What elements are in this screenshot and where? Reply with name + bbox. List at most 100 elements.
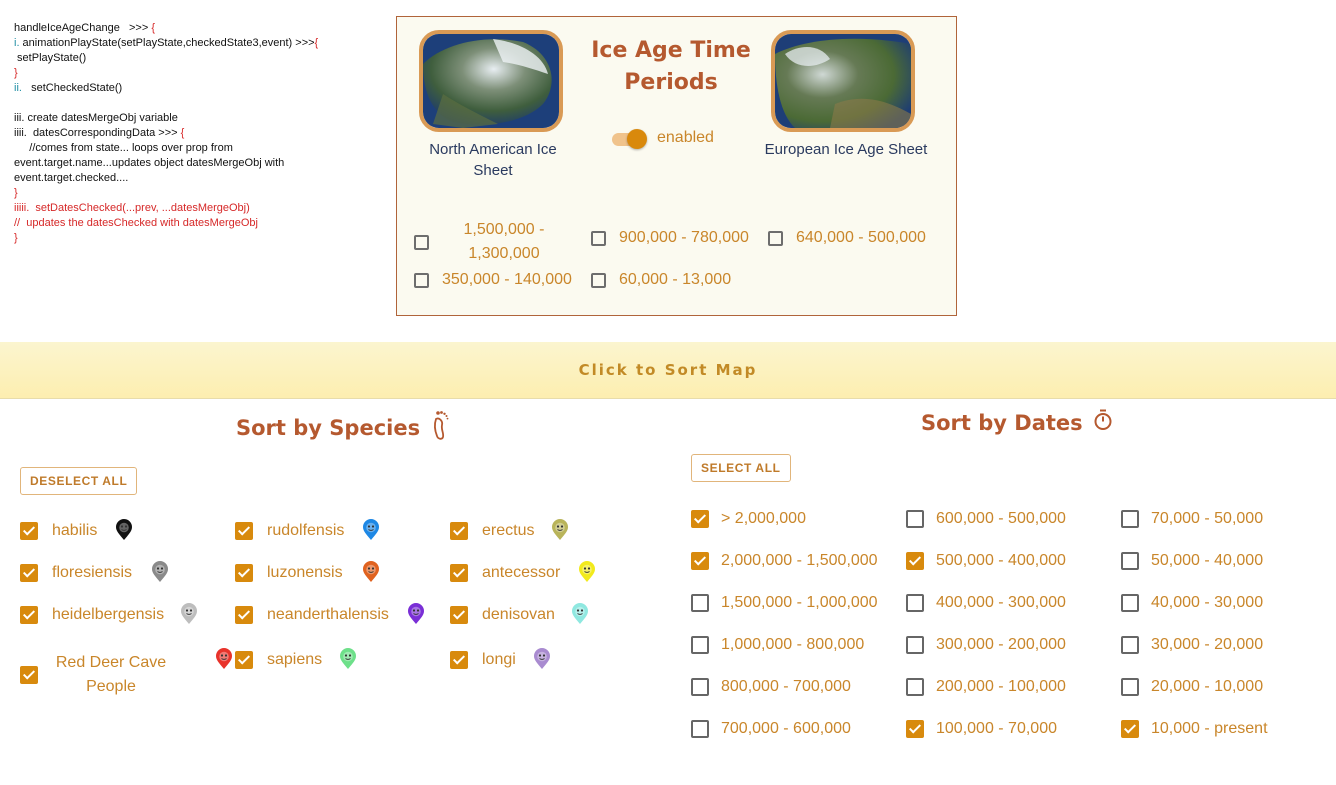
species-checkbox-luzonensis[interactable]: luzonensis — [235, 564, 343, 582]
species-marker-icon — [533, 648, 551, 675]
date-range-checkbox[interactable]: 600,000 - 500,000 — [906, 510, 1066, 528]
date-range-label: 200,000 - 100,000 — [936, 678, 1066, 695]
checkbox[interactable] — [450, 564, 468, 582]
north-american-ice-sheet-image[interactable] — [419, 30, 563, 132]
checkbox[interactable] — [20, 564, 38, 582]
checkbox[interactable] — [691, 510, 709, 528]
date-range-checkbox[interactable]: 300,000 - 200,000 — [906, 636, 1066, 654]
ice-age-title: Ice Age Time Periods — [591, 38, 751, 95]
species-checkbox-sapiens[interactable]: sapiens — [235, 651, 322, 669]
animation-toggle[interactable] — [610, 128, 650, 150]
checkbox[interactable] — [235, 606, 253, 624]
checkbox[interactable] — [1121, 552, 1139, 570]
species-checkbox-heidelbergensis[interactable]: heidelbergensis — [20, 606, 164, 624]
select-all-button[interactable]: SELECT ALL — [691, 454, 791, 482]
species-checkbox-antecessor[interactable]: antecessor — [450, 564, 560, 582]
checkbox[interactable] — [906, 594, 924, 612]
checkbox[interactable] — [906, 636, 924, 654]
species-checkbox-neanderthalensis[interactable]: neanderthalensis — [235, 606, 389, 624]
date-range-checkbox[interactable]: 800,000 - 700,000 — [691, 678, 851, 696]
species-marker-icon — [578, 561, 596, 588]
checkbox[interactable] — [20, 666, 38, 684]
european-ice-sheet-image[interactable] — [771, 30, 915, 132]
checkbox[interactable] — [591, 230, 606, 246]
checkbox[interactable] — [906, 720, 924, 738]
species-checkbox-rudolfensis[interactable]: rudolfensis — [235, 522, 344, 540]
checkbox[interactable] — [691, 678, 709, 696]
code-note-line: //comes from state... loops over prop fr… — [14, 142, 233, 154]
date-range-checkbox[interactable]: 1,500,000 - 1,000,000 — [691, 594, 878, 612]
species-label: denisovan — [482, 606, 555, 623]
species-label: erectus — [482, 522, 535, 539]
checkbox[interactable] — [414, 272, 429, 288]
checkbox[interactable] — [1121, 678, 1139, 696]
checkbox[interactable] — [906, 510, 924, 528]
code-note-line: } — [14, 187, 18, 199]
checkbox[interactable] — [235, 522, 253, 540]
european-ice-sheet-label: European Ice Age Sheet — [764, 141, 928, 158]
checkbox[interactable] — [450, 522, 468, 540]
date-range-checkbox[interactable]: 10,000 - present — [1121, 720, 1268, 738]
checkbox[interactable] — [235, 651, 253, 669]
code-note-line: } — [14, 232, 18, 244]
period-checkbox-3[interactable]: 640,000 - 500,000 — [768, 226, 926, 250]
code-note-line: event.target.checked.... — [14, 172, 129, 184]
species-checkbox-red-deer-cave-people[interactable]: Red Deer Cave People — [20, 651, 176, 699]
species-section-title: Sort by Species — [236, 409, 450, 446]
checkbox[interactable] — [691, 552, 709, 570]
code-note-line: iiii. datesCorrespondingData >>> { — [14, 127, 185, 139]
species-checkbox-habilis[interactable]: habilis — [20, 522, 97, 540]
checkbox[interactable] — [906, 552, 924, 570]
date-range-label: 100,000 - 70,000 — [936, 720, 1057, 737]
date-range-checkbox[interactable]: 400,000 - 300,000 — [906, 594, 1066, 612]
deselect-all-button[interactable]: DESELECT ALL — [20, 467, 138, 495]
species-checkbox-longi[interactable]: longi — [450, 651, 516, 669]
checkbox[interactable] — [414, 234, 429, 250]
north-american-ice-sheet-label: North American Ice Sheet — [429, 141, 557, 179]
checkbox[interactable] — [235, 564, 253, 582]
date-range-checkbox[interactable]: 50,000 - 40,000 — [1121, 552, 1263, 570]
date-range-checkbox[interactable]: 30,000 - 20,000 — [1121, 636, 1263, 654]
code-note-line: // updates the datesChecked with datesMe… — [14, 217, 258, 229]
checkbox[interactable] — [1121, 636, 1139, 654]
date-range-checkbox[interactable]: 700,000 - 600,000 — [691, 720, 851, 738]
code-note-line: handleIceAgeChange >>> { — [14, 22, 155, 34]
checkbox[interactable] — [768, 230, 783, 246]
checkbox[interactable] — [1121, 720, 1139, 738]
checkbox[interactable] — [20, 522, 38, 540]
checkbox[interactable] — [450, 651, 468, 669]
species-checkbox-denisovan[interactable]: denisovan — [450, 606, 555, 624]
checkbox[interactable] — [450, 606, 468, 624]
species-marker-icon — [151, 561, 169, 588]
sort-map-bar[interactable]: Click to Sort Map — [0, 342, 1336, 399]
date-range-checkbox[interactable]: > 2,000,000 — [691, 510, 806, 528]
date-range-checkbox[interactable]: 1,000,000 - 800,000 — [691, 636, 864, 654]
period-checkbox-4[interactable]: 350,000 - 140,000 — [414, 268, 572, 292]
date-range-checkbox[interactable]: 200,000 - 100,000 — [906, 678, 1066, 696]
checkbox[interactable] — [1121, 594, 1139, 612]
date-range-checkbox[interactable]: 40,000 - 30,000 — [1121, 594, 1263, 612]
species-checkbox-floresiensis[interactable]: floresiensis — [20, 564, 132, 582]
checkbox[interactable] — [691, 594, 709, 612]
checkbox[interactable] — [691, 636, 709, 654]
date-range-checkbox[interactable]: 2,000,000 - 1,500,000 — [691, 552, 878, 570]
period-checkbox-1[interactable]: 1,500,000 - 1,300,000 — [414, 218, 569, 266]
period-checkbox-5[interactable]: 60,000 - 13,000 — [591, 268, 731, 292]
species-marker-icon — [215, 648, 233, 675]
checkbox[interactable] — [1121, 510, 1139, 528]
checkbox[interactable] — [906, 678, 924, 696]
period-label: 1,500,000 - 1,300,000 — [463, 221, 545, 262]
species-checkbox-erectus[interactable]: erectus — [450, 522, 534, 540]
checkbox[interactable] — [591, 272, 606, 288]
code-note-line: event.target.name...updates object dates… — [14, 157, 285, 169]
species-label: rudolfensis — [267, 522, 345, 539]
code-note-line: setPlayState() — [14, 52, 87, 64]
date-range-checkbox[interactable]: 70,000 - 50,000 — [1121, 510, 1263, 528]
date-range-checkbox[interactable]: 500,000 - 400,000 — [906, 552, 1066, 570]
code-note-line: } — [14, 67, 18, 79]
checkbox[interactable] — [691, 720, 709, 738]
date-range-checkbox[interactable]: 20,000 - 10,000 — [1121, 678, 1263, 696]
checkbox[interactable] — [20, 606, 38, 624]
date-range-checkbox[interactable]: 100,000 - 70,000 — [906, 720, 1057, 738]
period-checkbox-2[interactable]: 900,000 - 780,000 — [591, 226, 749, 250]
